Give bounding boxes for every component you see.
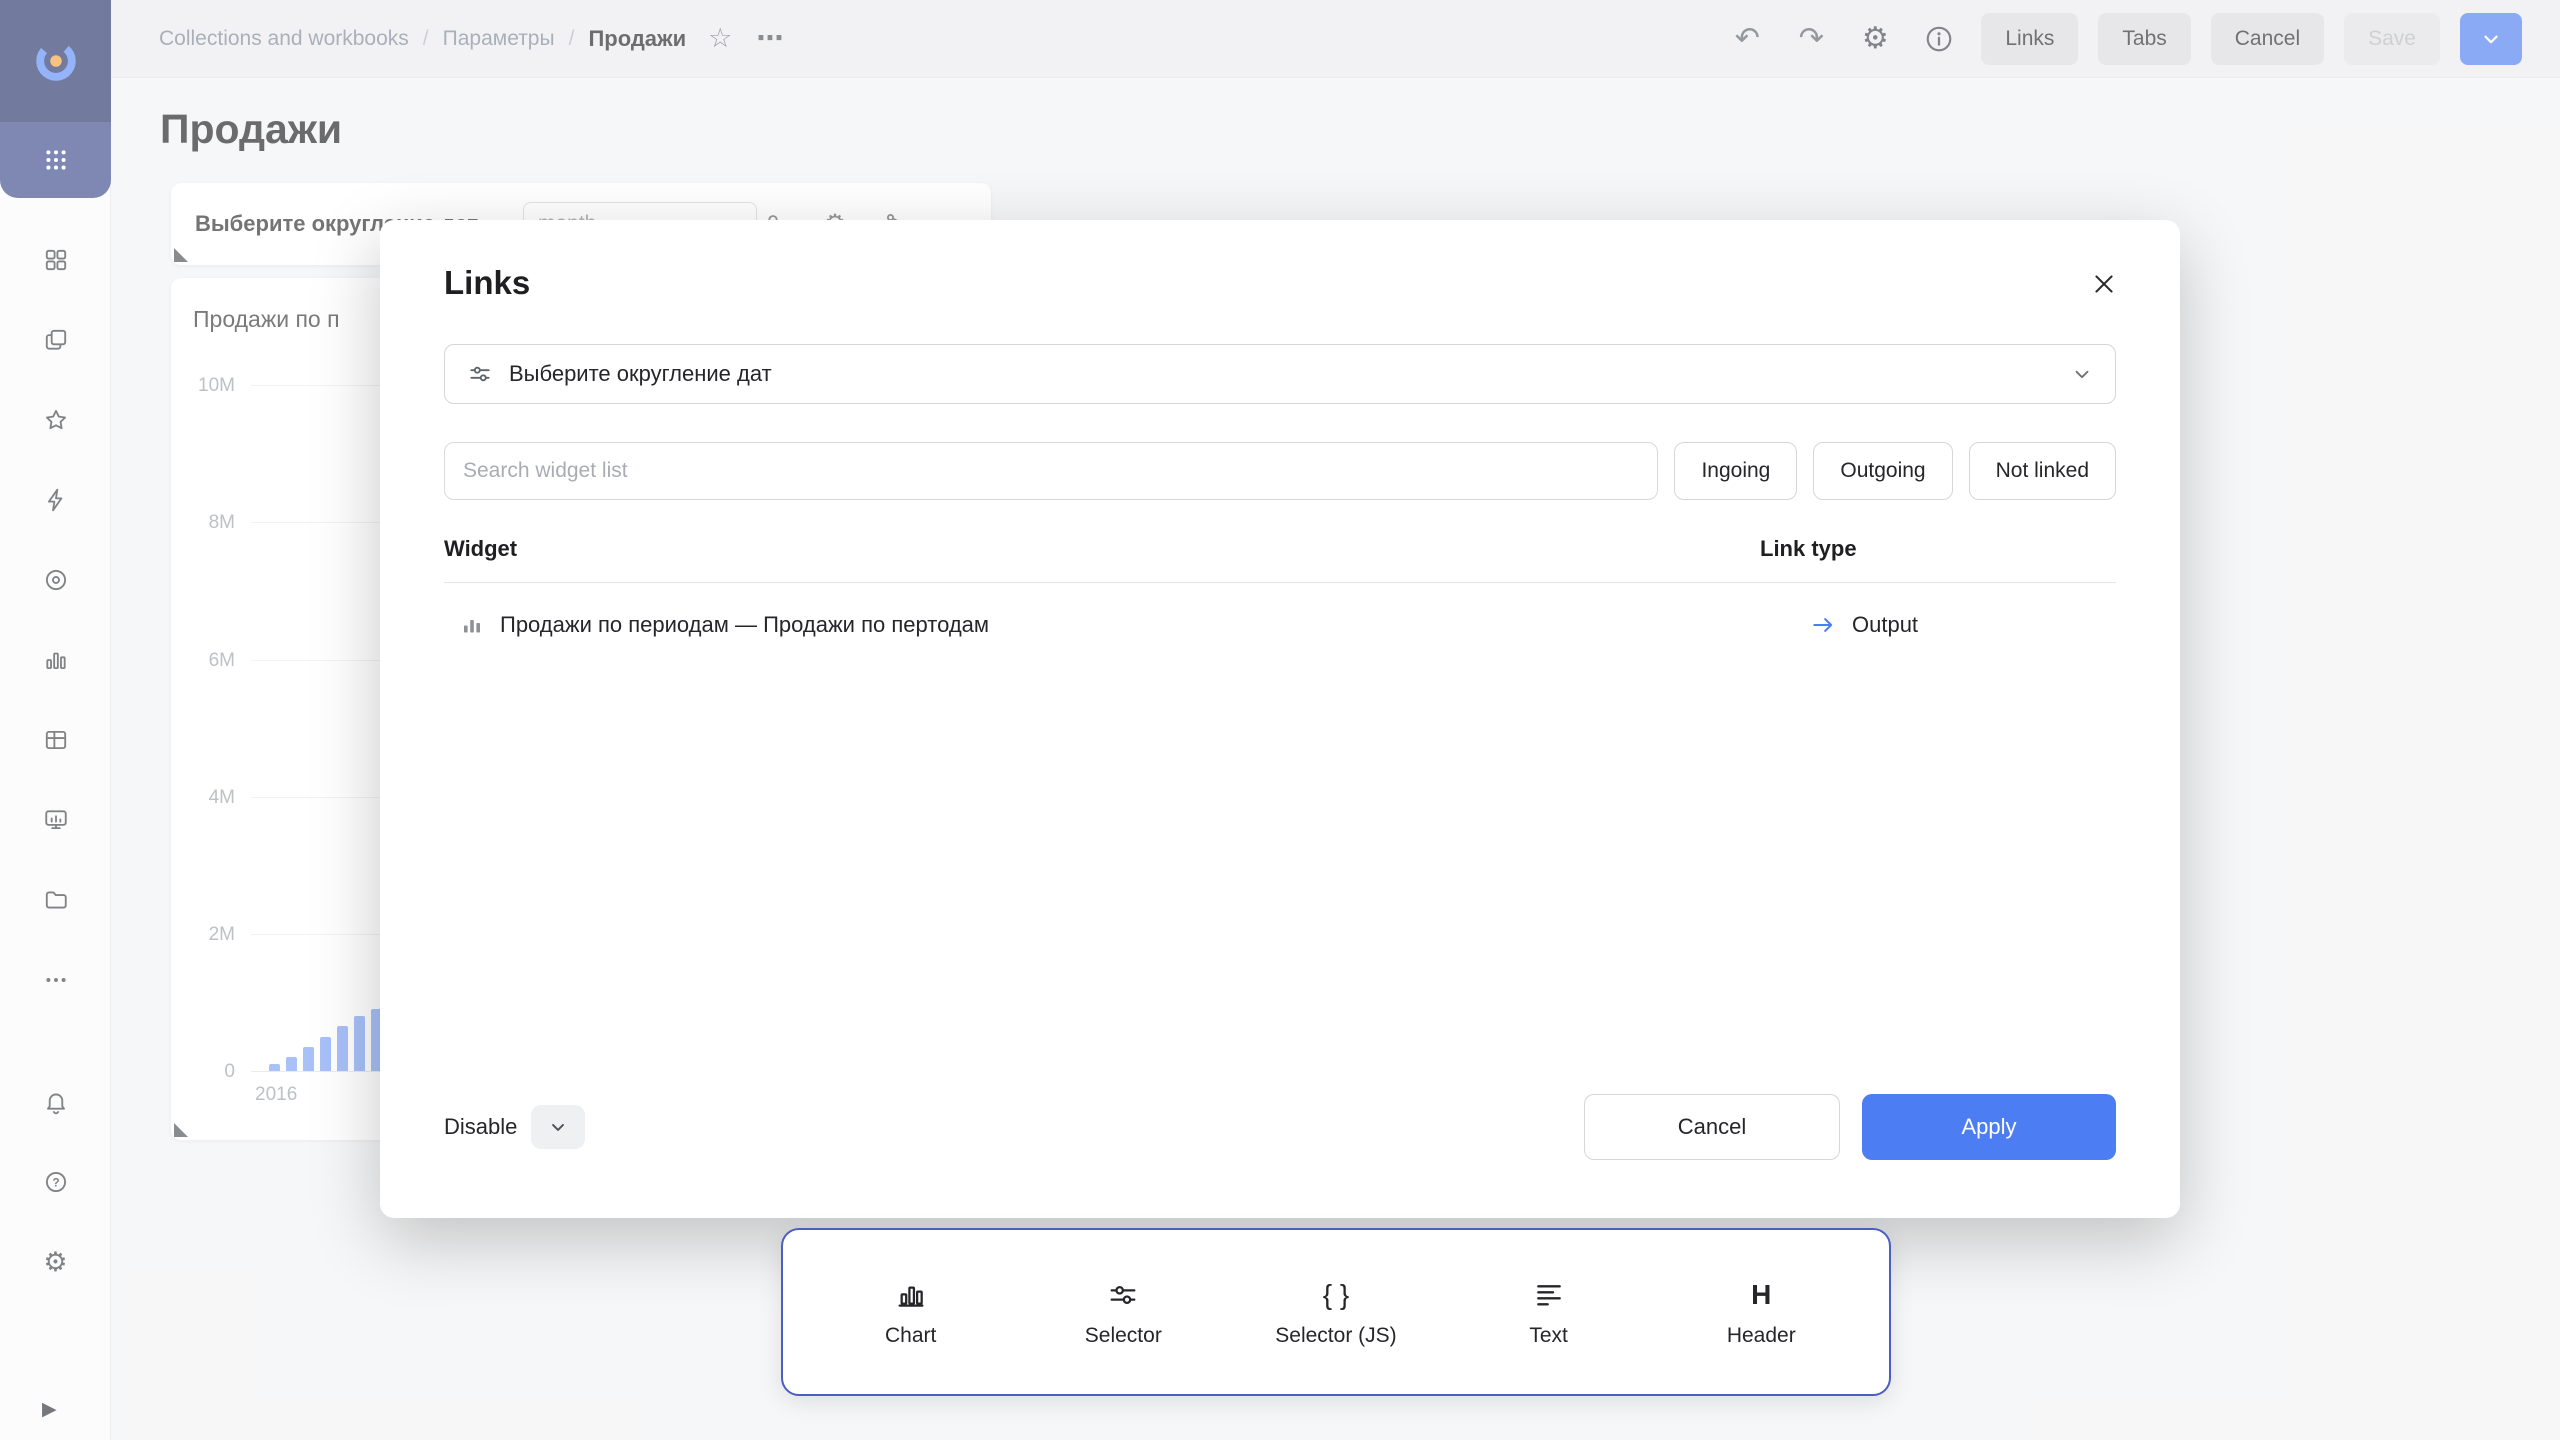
disable-dropdown-button[interactable] xyxy=(531,1105,585,1149)
app-root: ? ⚙ ▶ Collections and workbooks / Параме… xyxy=(0,0,2560,1440)
toolbar-item-label: Text xyxy=(1529,1324,1568,1348)
selector-icon xyxy=(1107,1276,1139,1314)
row-link-type: Output xyxy=(1810,612,2116,638)
close-button[interactable] xyxy=(2082,262,2126,306)
text-icon xyxy=(1533,1276,1565,1314)
toolbar-item-label: Selector xyxy=(1085,1324,1162,1348)
arrow-right-icon xyxy=(1810,612,1836,638)
search-input[interactable] xyxy=(444,442,1658,500)
row-widget-name: Продажи по периодам — Продажи по пертода… xyxy=(500,612,989,638)
links-dialog: Links Выберите округление дат Ingoing Ou… xyxy=(380,220,2180,1218)
toolbar-item-label: Chart xyxy=(885,1324,936,1348)
widgets-toolbar: Chart Selector { } Selector (JS) Text xyxy=(781,1228,1891,1396)
widget-select-dropdown[interactable]: Выберите округление дат xyxy=(444,344,2116,404)
column-header-widget: Widget xyxy=(444,536,517,562)
dialog-cancel-button[interactable]: Cancel xyxy=(1584,1094,1840,1160)
filter-ingoing-button[interactable]: Ingoing xyxy=(1674,442,1797,500)
disable-button[interactable]: Disable xyxy=(444,1114,517,1140)
toolbar-item-selector-js[interactable]: { } Selector (JS) xyxy=(1251,1276,1421,1348)
toolbar-item-label: Selector (JS) xyxy=(1275,1324,1396,1348)
chart-icon xyxy=(895,1276,927,1314)
table-row[interactable]: Продажи по периодам — Продажи по пертода… xyxy=(444,592,2116,658)
dialog-title: Links xyxy=(444,264,530,302)
bar-chart-icon xyxy=(460,613,484,637)
column-header-link-type: Link type xyxy=(1760,536,1857,562)
filter-not-linked-button[interactable]: Not linked xyxy=(1969,442,2116,500)
toolbar-item-chart[interactable]: Chart xyxy=(826,1276,996,1348)
selector-js-icon: { } xyxy=(1323,1276,1349,1314)
header-icon: H xyxy=(1751,1276,1771,1314)
toolbar-item-text[interactable]: Text xyxy=(1464,1276,1634,1348)
link-type-value: Output xyxy=(1852,612,1918,638)
apply-button[interactable]: Apply xyxy=(1862,1094,2116,1160)
close-icon xyxy=(2091,271,2117,297)
sliders-icon xyxy=(467,361,493,387)
toolbar-item-selector[interactable]: Selector xyxy=(1038,1276,1208,1348)
table-header-divider xyxy=(444,582,2116,583)
search-filter-row: Ingoing Outgoing Not linked xyxy=(444,442,2116,500)
chevron-down-icon xyxy=(548,1117,568,1137)
filter-outgoing-button[interactable]: Outgoing xyxy=(1813,442,1952,500)
dropdown-value: Выберите округление дат xyxy=(509,361,772,387)
toolbar-item-label: Header xyxy=(1727,1324,1796,1348)
chevron-down-icon xyxy=(2071,363,2093,385)
disable-control: Disable xyxy=(444,1104,585,1150)
toolbar-item-header[interactable]: H Header xyxy=(1676,1276,1846,1348)
